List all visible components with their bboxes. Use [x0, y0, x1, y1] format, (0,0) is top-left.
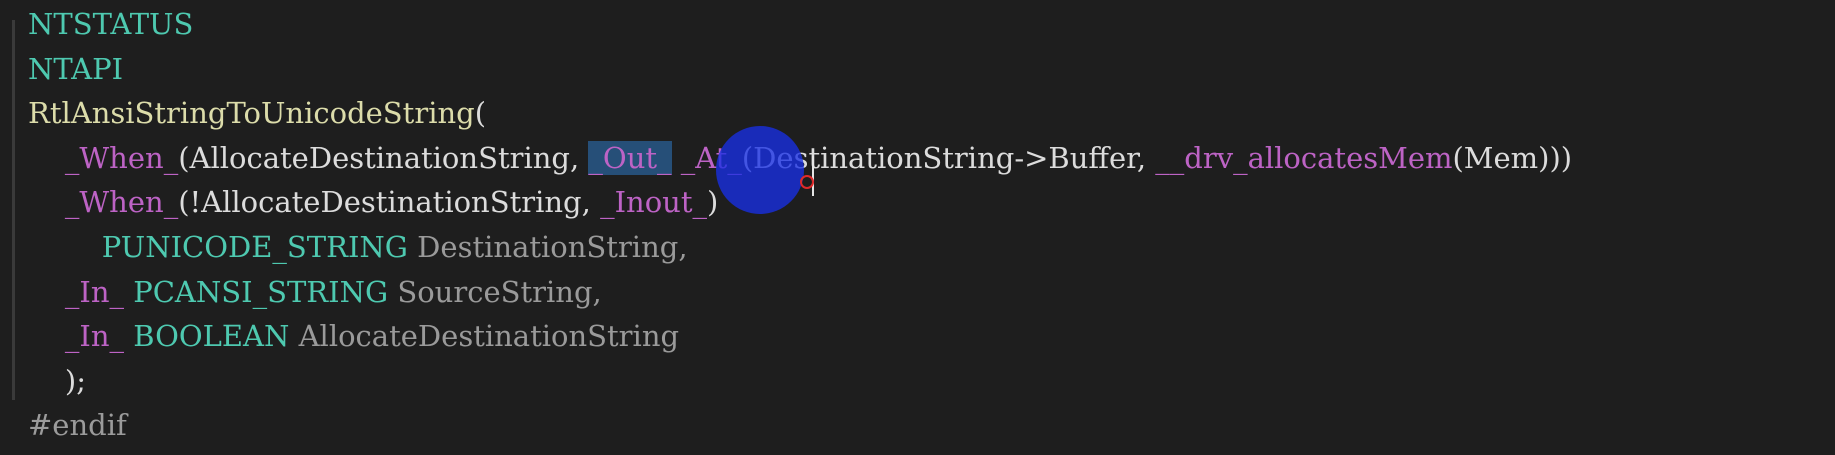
parameter-name: SourceString,: [388, 274, 602, 309]
annotation-token: _At_: [680, 140, 742, 175]
code-editor[interactable]: NTSTATUS NTAPI RtlAnsiStringToUnicodeStrin…: [0, 0, 1835, 455]
parameter-name: DestinationString,: [407, 229, 688, 264]
code-line[interactable]: _When_(AllocateDestinationString, _Out_ …: [0, 136, 1835, 181]
function-name: RtlAnsiStringToUnicodeString: [28, 96, 475, 131]
annotation-token: __drv_allocatesMem: [1155, 140, 1453, 175]
annotation-token: _When_: [64, 140, 179, 175]
code-line[interactable]: RtlAnsiStringToUnicodeString(: [0, 91, 1835, 136]
code-text: (AllocateDestinationString,: [178, 140, 589, 175]
code-line[interactable]: );: [0, 359, 1835, 404]
type-token: NTAPI: [28, 51, 124, 86]
code-text: );: [64, 363, 86, 398]
selected-text: _Out_: [588, 140, 672, 175]
type-token: PCANSI_STRING: [133, 274, 389, 309]
code-text: (Mem))): [1452, 140, 1573, 175]
code-line[interactable]: #endif: [0, 403, 1835, 448]
parameter-name: AllocateDestinationString: [289, 319, 680, 354]
code-line[interactable]: _When_(!AllocateDestinationString, _Inou…: [0, 180, 1835, 225]
annotation-token: _In_: [64, 319, 125, 354]
code-line[interactable]: NTAPI: [0, 47, 1835, 92]
code-area[interactable]: NTSTATUS NTAPI RtlAnsiStringToUnicodeStrin…: [0, 2, 1835, 448]
text-caret: [812, 156, 814, 196]
cursor-dot-icon: [800, 175, 814, 189]
annotation-token: _Inout_: [600, 185, 707, 220]
code-line[interactable]: _In_ BOOLEAN AllocateDestinationString: [0, 314, 1835, 359]
code-line[interactable]: PUNICODE_STRING DestinationString,: [0, 225, 1835, 270]
code-text: ): [707, 185, 719, 220]
type-token: BOOLEAN: [133, 319, 290, 354]
code-line[interactable]: NTSTATUS: [0, 2, 1835, 47]
preprocessor-directive: #endif: [28, 408, 127, 443]
annotation-token: _In_: [64, 274, 125, 309]
code-text: (!AllocateDestinationString,: [178, 185, 601, 220]
type-token: PUNICODE_STRING: [101, 229, 408, 264]
type-token: NTSTATUS: [28, 7, 194, 41]
code-text: (DestinationString->Buffer,: [741, 140, 1156, 175]
annotation-token: _When_: [64, 185, 179, 220]
code-line[interactable]: _In_ PCANSI_STRING SourceString,: [0, 270, 1835, 315]
code-text: (: [474, 96, 487, 131]
